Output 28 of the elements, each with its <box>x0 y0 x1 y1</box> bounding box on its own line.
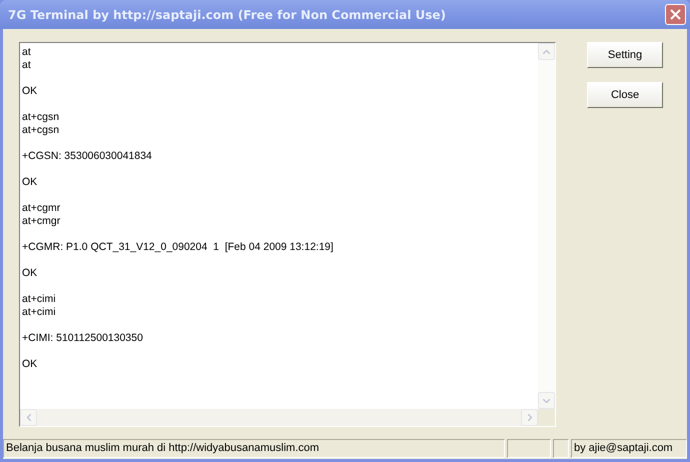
status-panel: by ajie@saptaji.com <box>571 439 687 458</box>
terminal-line: +CIMI: 510112500130350 <box>22 332 143 345</box>
empty-status-panel <box>507 439 551 458</box>
terminal-line: +CGSN: 353006030041834 <box>22 150 152 163</box>
dialog-button[interactable]: Close <box>587 82 663 108</box>
terminal-line: at+cimi <box>22 293 56 306</box>
terminal-line: at <box>22 46 31 59</box>
window-title: 7G Terminal by http://saptaji.com (Free for Non Commercial Use) <box>8 8 446 22</box>
terminal-line: OK <box>22 267 38 280</box>
status-panel: Belanja busana muslim murah di http://widyabusanamuslim.com <box>3 439 505 458</box>
terminal-line: at <box>22 59 31 72</box>
dialog-button[interactable]: Setting <box>587 42 663 68</box>
terminal-line: at+cimi <box>22 306 56 319</box>
horizontal-scrollbar[interactable] <box>20 409 538 426</box>
terminal-line: at+cgmr <box>22 202 60 215</box>
terminal-output[interactable]: at at OK at+cgsn at+cgsn +CGSN: 353006030041834 OK at+cgmr at+cmgr +CGMR: P1.0 QCT_31_V12_0_090204 1 [Feb 04 2009 13:12:19] OK at+cimi at+cimi +CIMI: 510112500130350 OK <box>19 42 556 427</box>
close-icon <box>670 9 681 20</box>
terminal-line: at+cgsn <box>22 124 60 137</box>
vertical-scrollbar[interactable] <box>538 43 555 409</box>
terminal-line: +CGMR: P1.0 QCT_31_V12_0_090204 1 [Feb 04 2009 13:12:19] <box>22 241 334 254</box>
scrollbar-corner <box>538 409 555 426</box>
close-button[interactable] <box>665 4 686 25</box>
empty-status-panel <box>553 439 569 458</box>
terminal-line: OK <box>22 358 38 371</box>
terminal-line: OK <box>22 176 38 189</box>
terminal-line: at+cmgr <box>22 215 60 228</box>
terminal-line: at+cgsn <box>22 111 60 124</box>
terminal-line: OK <box>22 85 38 98</box>
